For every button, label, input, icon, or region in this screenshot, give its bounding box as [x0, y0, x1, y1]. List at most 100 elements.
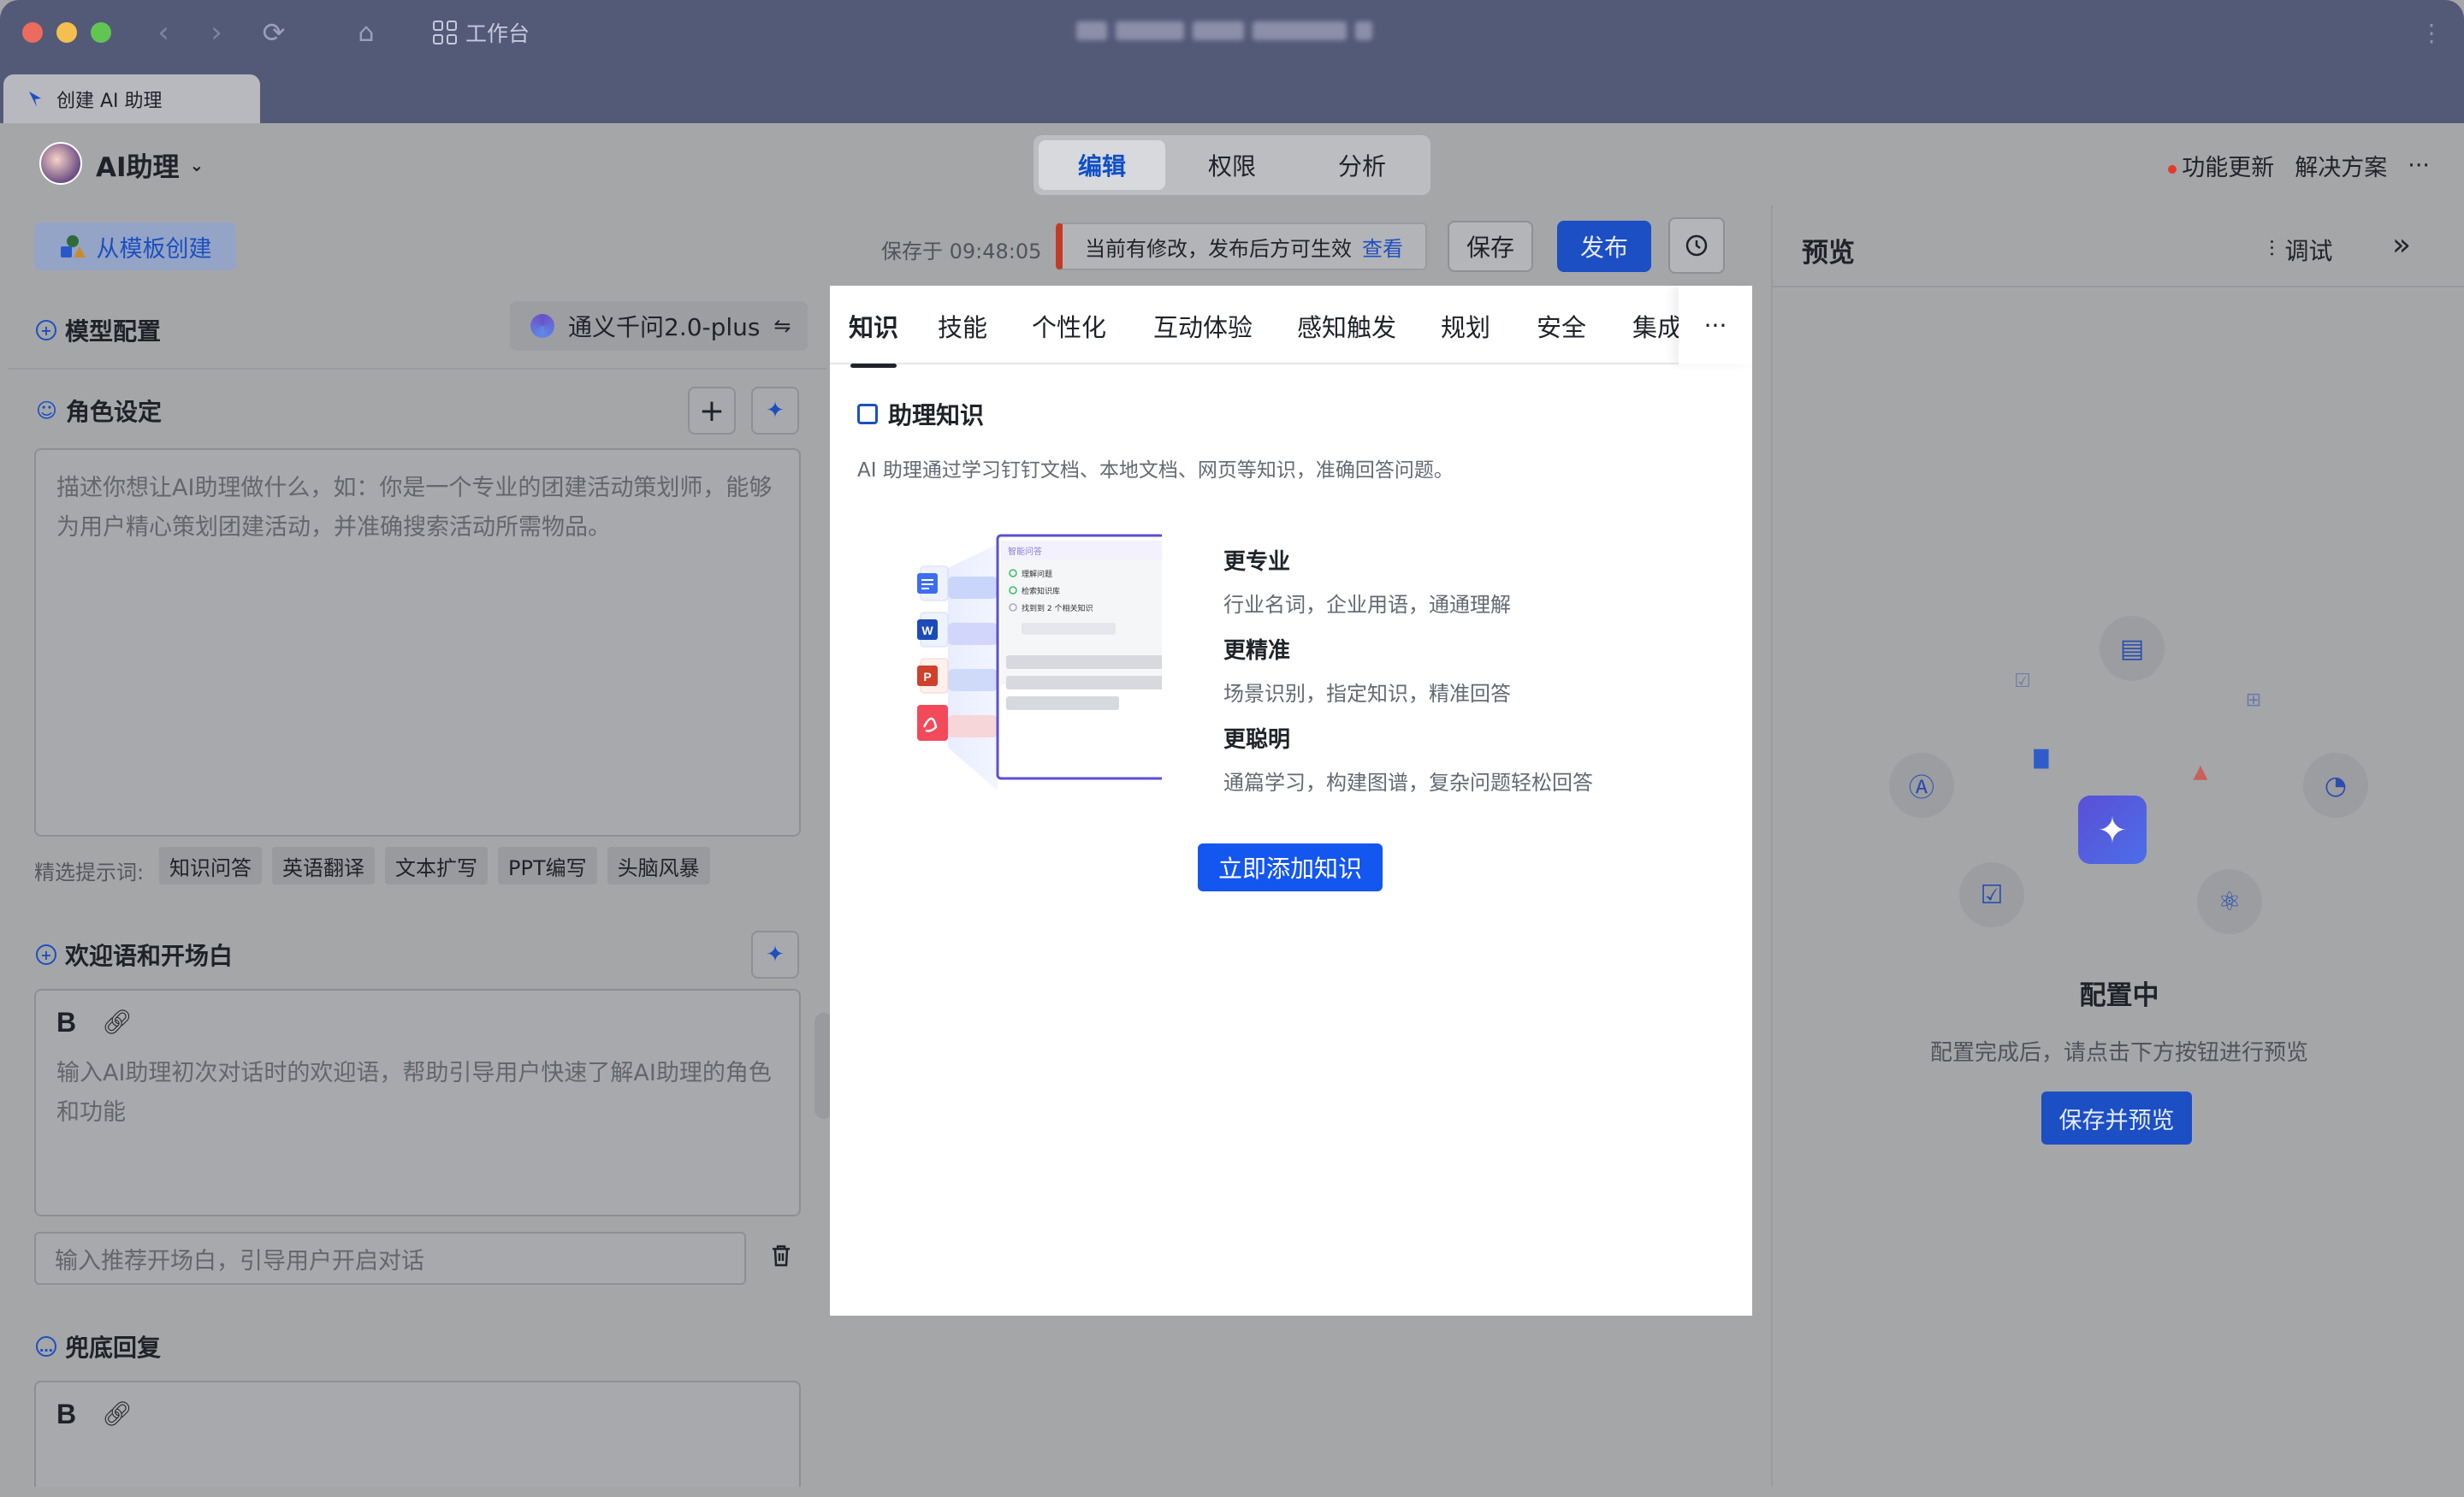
chip-translate[interactable]: 英语翻译	[272, 847, 375, 885]
knowledge-card: 知识 技能 个性化 互动体验 感知触发 规划 安全 集成 ··· 助理知识 AI…	[830, 286, 1752, 1316]
pdf-file-icon: ▲	[2193, 760, 2208, 783]
configuring-desc: 配置完成后，请点击下方按钮进行预览	[1929, 1040, 2308, 1066]
forward-icon[interactable]: ›	[204, 15, 229, 50]
role-label: 角色设定	[66, 398, 163, 426]
grid-icon	[433, 21, 457, 44]
feature-update-link[interactable]: 功能更新	[2168, 149, 2274, 182]
feature-desc: 通篇学习，构建图谱，复杂问题轻松回答	[1223, 771, 1593, 795]
model-select[interactable]: 通义千问2.0-plus ⇋	[510, 301, 808, 351]
create-from-template-button[interactable]: 从模板创建	[34, 222, 236, 270]
collapse-icon[interactable]: »	[2392, 228, 2411, 263]
welcome-editor[interactable]: B 🔗︎ 输入AI助理初次对话时的欢迎语，帮助引导用户快速了解AI助理的角色和功…	[34, 989, 801, 1216]
save-button[interactable]: 保存	[1448, 221, 1533, 272]
trash-icon[interactable]	[770, 1244, 792, 1275]
add-knowledge-button[interactable]: 立即添加知识	[1198, 843, 1383, 891]
tab-skills[interactable]: 技能	[938, 308, 987, 344]
doc-icon	[917, 565, 949, 601]
window-titlebar: ‹ › ⟳ ⌂ 工作台 ⋮ 创建 AI 助理	[0, 0, 2464, 123]
magic-wand-icon[interactable]: ✦	[751, 387, 799, 435]
magic-wand-icon[interactable]: ✦	[751, 931, 799, 979]
chip-expand[interactable]: 文本扩写	[385, 847, 488, 885]
model-name: 通义千问2.0-plus	[568, 313, 761, 341]
notification-dot	[2168, 164, 2177, 174]
chips-label: 精选提示词:	[34, 861, 145, 885]
pdf-icon	[917, 705, 948, 741]
tab-security[interactable]: 安全	[1537, 308, 1586, 344]
link-icon[interactable]: 🔗︎	[102, 1394, 133, 1434]
tab-interaction[interactable]: 互动体验	[1153, 308, 1253, 344]
fallback-editor[interactable]: B 🔗︎	[34, 1381, 801, 1487]
workbench-button[interactable]: 工作台	[433, 15, 530, 50]
close-window-button[interactable]	[22, 22, 43, 43]
prompt-chips: 知识问答 英语翻译 文本扩写 PPT编写 头脑风暴	[159, 847, 710, 885]
tab-integration[interactable]: 集成	[1632, 308, 1682, 344]
history-button[interactable]	[1668, 217, 1725, 274]
maximize-window-button[interactable]	[91, 22, 111, 43]
welcome-title: + 欢迎语和开场白	[36, 938, 233, 972]
chip-brainstorm[interactable]: 头脑风暴	[607, 847, 710, 885]
feature-title: 更精准	[1223, 638, 1291, 664]
dingtalk-icon	[29, 91, 41, 107]
rich-toolbar: B 🔗︎	[56, 1003, 779, 1042]
preview-title: 预览	[1802, 238, 1855, 269]
svg-text:W: W	[921, 624, 933, 637]
template-icon	[60, 235, 86, 257]
solutions-link[interactable]: 解决方案	[2295, 149, 2387, 182]
fallback-label: 兜底回复	[65, 1334, 162, 1362]
home-icon[interactable]: ⌂	[347, 15, 385, 50]
bold-icon[interactable]: B	[56, 1003, 76, 1042]
knowledge-panel: 知识 技能 个性化 互动体验 感知触发 规划 安全 集成 ··· 助理知识 AI…	[830, 286, 1752, 1487]
save-and-preview-button[interactable]: 保存并预览	[2041, 1092, 2192, 1145]
book-icon	[857, 404, 878, 424]
feature-item: 更精准 场景识别，指定知识，精准回答	[1223, 633, 1511, 707]
more-icon[interactable]: ···	[2408, 152, 2430, 179]
tab-permissions[interactable]: 权限	[1169, 140, 1295, 190]
feature-item: 更聪明 通篇学习，构建图谱，复杂问题轻松回答	[1223, 722, 1593, 796]
add-button[interactable]: +	[688, 387, 736, 435]
plus-circle-icon: +	[36, 944, 56, 965]
tab-analysis[interactable]: 分析	[1299, 140, 1425, 190]
template-btn-label: 从模板创建	[96, 235, 212, 263]
publish-button[interactable]: 发布	[1557, 221, 1651, 272]
illus-step1: 理解问题	[1022, 569, 1052, 579]
tab-personalize[interactable]: 个性化	[1032, 308, 1106, 344]
more-vertical-icon[interactable]: ⋮	[2420, 19, 2443, 47]
debug-button[interactable]: ⫶ 调试	[2269, 233, 2333, 267]
feature-title: 更聪明	[1223, 727, 1291, 753]
tab-planning[interactable]: 规划	[1441, 308, 1490, 344]
svg-text:P: P	[923, 670, 931, 683]
top-right-actions: 功能更新 解决方案 ···	[2168, 149, 2430, 182]
model-config-title: + 模型配置	[36, 313, 161, 347]
preview-panel: 预览 ⫶ 调试 » ☑ ▤ ⊞ Ⓐ ▇ ▲ ◔ ☑ ⚛ ✦ 配置中 配置完成后，…	[1771, 205, 2464, 1487]
knowledge-title: 助理知识	[857, 397, 984, 431]
knowledge-title-label: 助理知识	[888, 401, 985, 429]
calendar-check-icon: ☑	[1959, 862, 2024, 927]
history-icon	[1685, 234, 1708, 257]
configuring-title: 配置中	[2079, 980, 2159, 1011]
app-name-dropdown[interactable]: AI助理 ⌄	[96, 145, 204, 184]
knowledge-description: AI 助理通过学习钉钉文档、本地文档、网页等知识，准确回答问题。	[857, 459, 1454, 482]
welcome-placeholder: 输入AI助理初次对话时的欢迎语，帮助引导用户快速了解AI助理的角色和功能	[56, 1060, 772, 1126]
refresh-icon[interactable]: ⟳	[257, 15, 291, 50]
tab-knowledge[interactable]: 知识	[849, 308, 898, 368]
chip-ppt[interactable]: PPT编写	[498, 847, 597, 885]
back-icon[interactable]: ‹	[151, 15, 176, 50]
opener-input[interactable]: 输入推荐开场白，引导用户开启对话	[34, 1232, 746, 1285]
link-icon[interactable]: 🔗︎	[102, 1003, 133, 1042]
chart-icon: ◔	[2303, 753, 2368, 818]
view-changes-link[interactable]: 查看	[1362, 232, 1403, 262]
bold-icon[interactable]: B	[56, 1394, 76, 1434]
feature-update-label: 功能更新	[2182, 155, 2275, 181]
model-icon: +	[36, 320, 56, 340]
tab-edit[interactable]: 编辑	[1039, 140, 1165, 190]
role-title: ☺ 角色设定	[36, 393, 162, 428]
minimize-window-button[interactable]	[56, 22, 77, 43]
chip-qa[interactable]: 知识问答	[159, 847, 262, 885]
role-textarea[interactable]: 描述你想让AI助理做什么，如：你是一个专业的团建活动策划师，能够为用户精心策划团…	[34, 448, 801, 837]
browser-tab[interactable]: 创建 AI 助理	[3, 74, 260, 123]
word-icon: W	[917, 612, 949, 648]
workbench-label: 工作台	[465, 21, 530, 46]
tab-trigger[interactable]: 感知触发	[1297, 308, 1396, 344]
more-tabs-button[interactable]: ···	[1679, 286, 1752, 364]
divider	[9, 368, 826, 370]
